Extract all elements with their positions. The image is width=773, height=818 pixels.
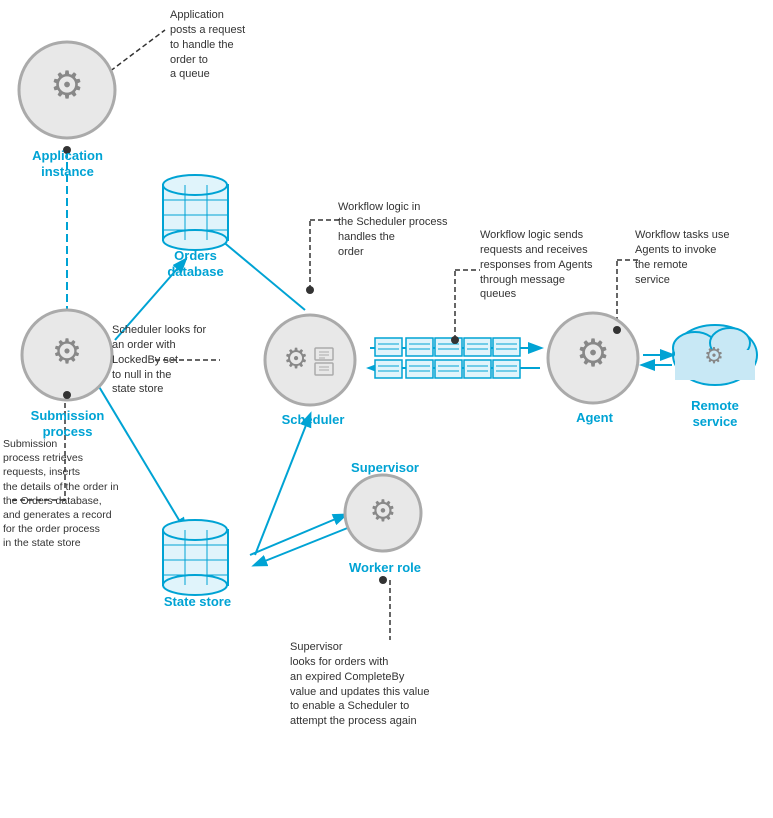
remote-service-label: Remoteservice [675, 398, 755, 429]
state-store-label: State store [160, 594, 235, 609]
orders-database-label: Ordersdatabase [163, 248, 228, 279]
svg-text:⚙: ⚙ [576, 333, 610, 375]
svg-text:⚙: ⚙ [283, 343, 308, 374]
submission-process-label: Submissionprocess [10, 408, 125, 439]
scheduler-label: Scheduler [268, 412, 358, 427]
app-posts-annotation: Applicationposts a requestto handle theo… [170, 8, 245, 82]
workflow-tasks-annotation: Workflow tasks useAgents to invokethe re… [635, 228, 730, 287]
worker-role-label: Worker role [340, 560, 430, 575]
workflow-logic-scheduler-annotation: Workflow logic inthe Scheduler processha… [338, 200, 447, 259]
scheduler-looks-annotation: Scheduler looks foran order withLockedBy… [112, 323, 206, 397]
application-instance-label: Applicationinstance [20, 148, 115, 179]
svg-text:⚙: ⚙ [52, 333, 82, 371]
svg-text:⚙: ⚙ [704, 343, 724, 368]
diagram-container: ⚙ ⚙ ⚙ [0, 0, 773, 818]
svg-text:⚙: ⚙ [370, 495, 397, 528]
svg-text:⚙: ⚙ [50, 65, 84, 107]
workflow-logic-agent-annotation: Workflow logic sendsrequests and receive… [480, 228, 593, 302]
submission-retrieves-annotation: Submissionprocess retrievesrequests, ins… [3, 437, 123, 550]
agent-label: Agent [567, 410, 622, 425]
supervisor-label: Supervisor [340, 460, 430, 475]
supervisor-looks-annotation: Supervisorlooks for orders withan expire… [290, 640, 505, 729]
